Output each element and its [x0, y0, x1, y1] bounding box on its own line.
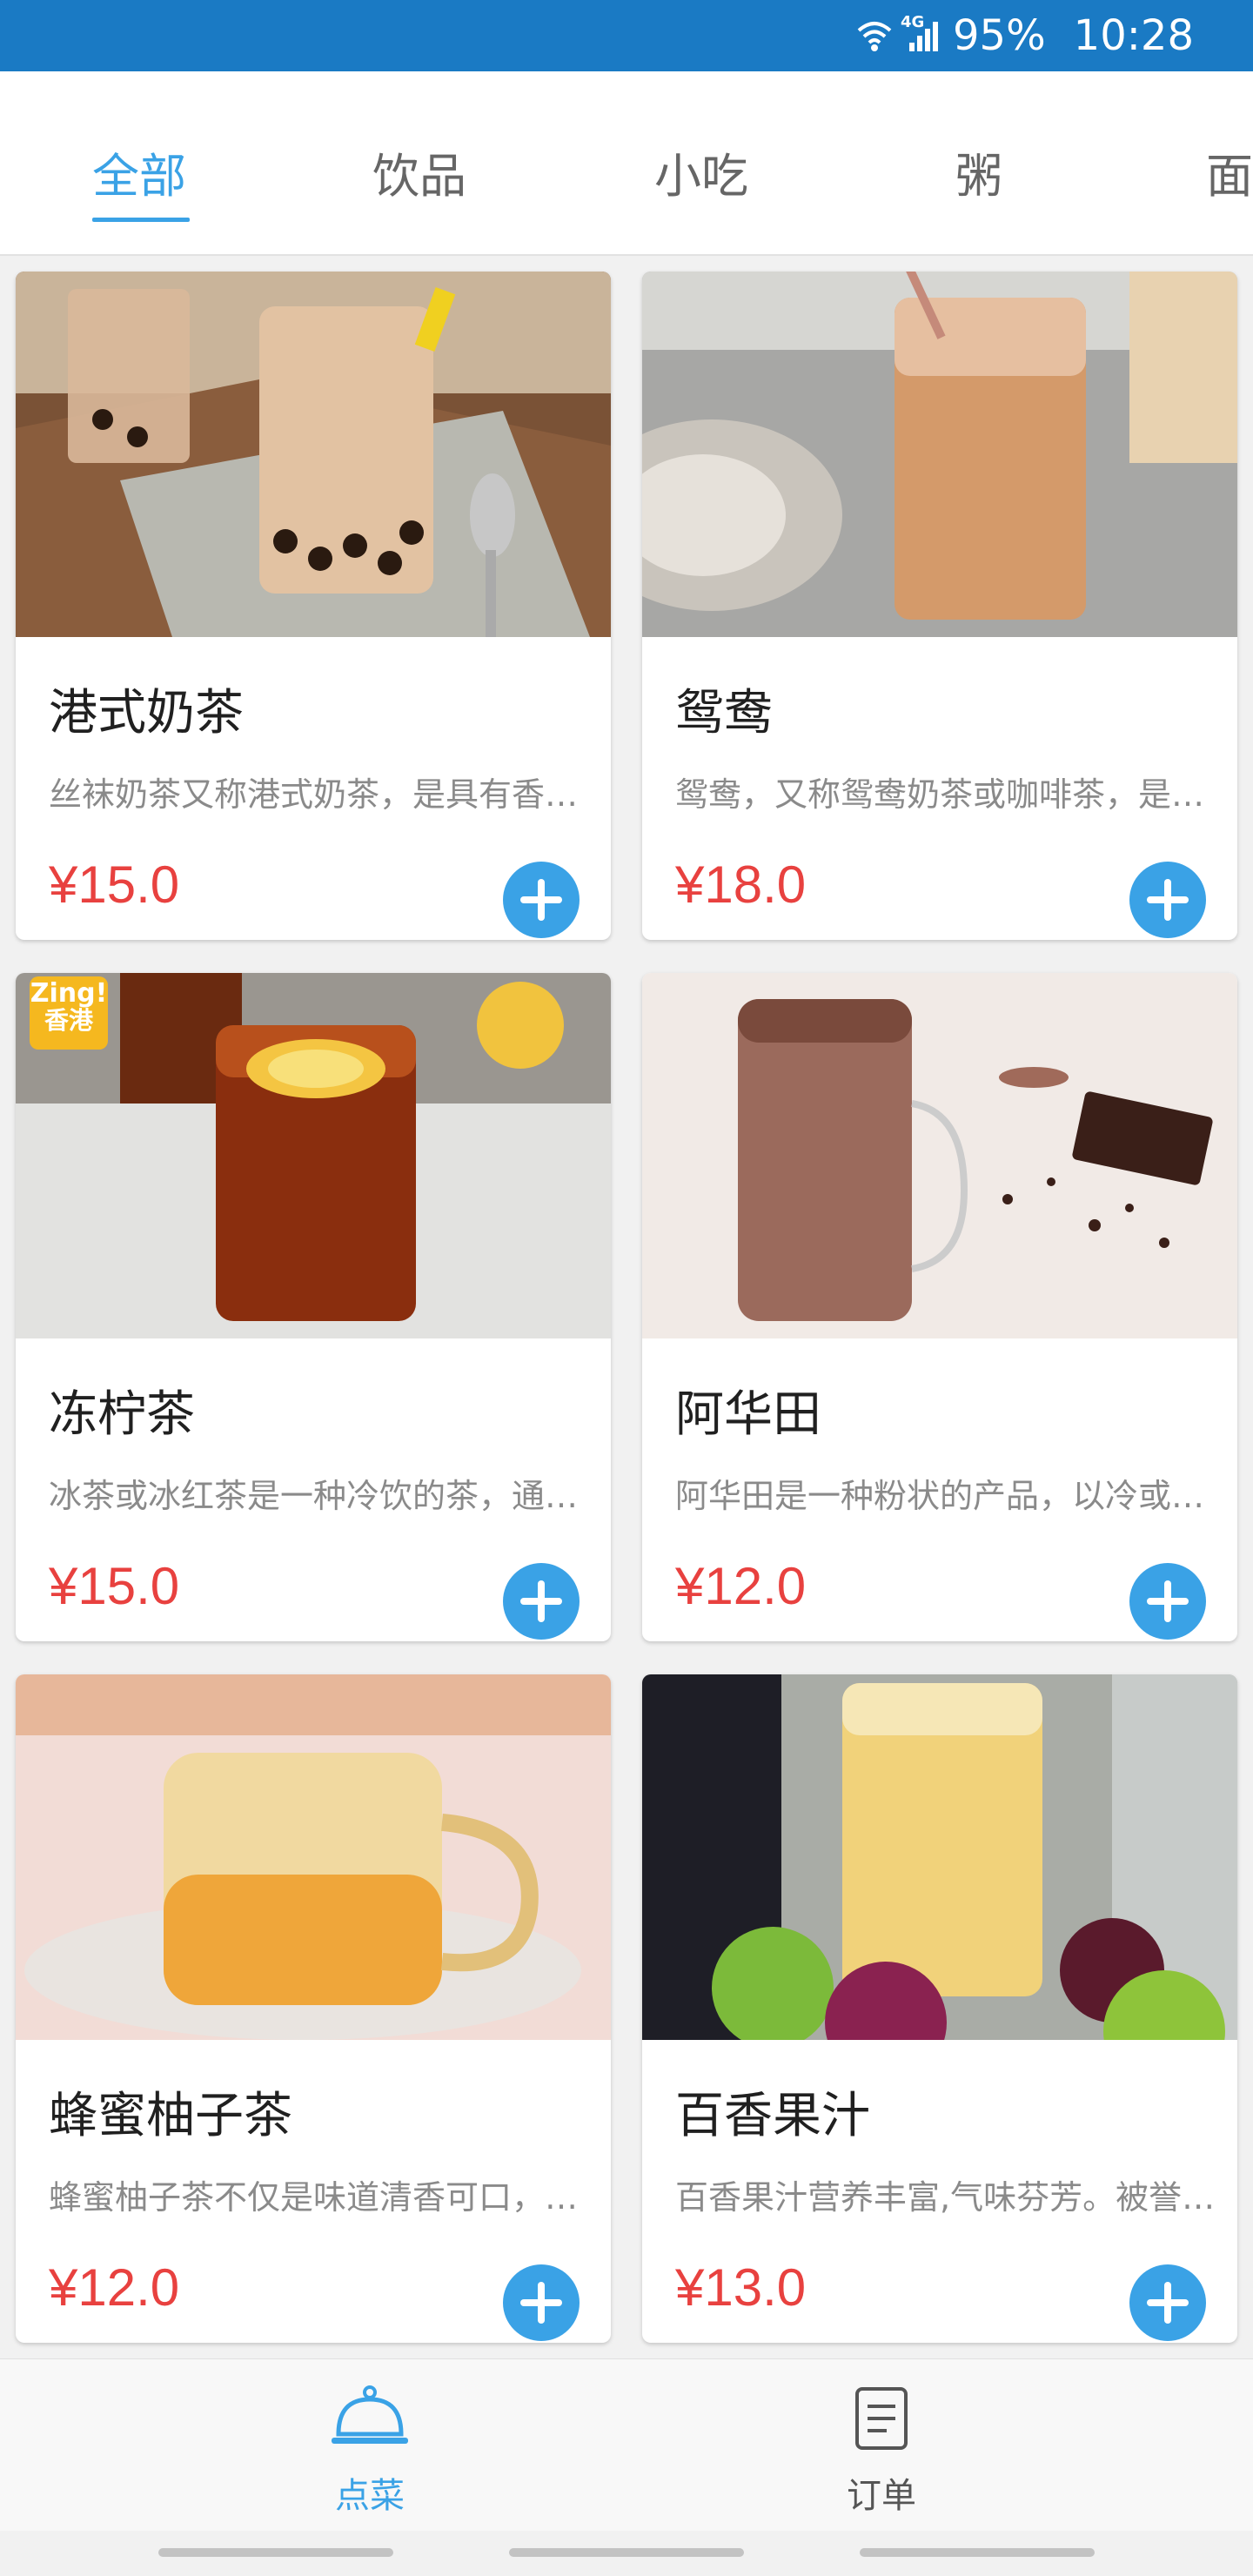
clock-time: 10:28 — [1073, 11, 1194, 60]
product-card[interactable]: 蜂蜜柚子茶 蜂蜜柚子茶不仅是味道清香可口，而且有美白 ¥12.0 — [16, 1674, 611, 2343]
category-tabs: 全部 饮品 小吃 粥 面 — [0, 71, 1253, 256]
product-image-yuanyang — [642, 272, 1237, 637]
badge-line-2: 香港 — [44, 1005, 93, 1035]
gesture-handle-left[interactable] — [158, 2548, 393, 2557]
nav-order-food[interactable]: 点菜 — [239, 2385, 500, 2518]
add-to-cart-button[interactable] — [503, 2264, 580, 2341]
product-card[interactable]: 阿华田 阿华田是一种粉状的产品，以冷或热牛奶冲调 ¥12.0 — [642, 973, 1237, 1641]
product-description: 鸳鸯，又称鸳鸯奶茶或咖啡茶，是香港特色饮品 — [675, 775, 1223, 814]
product-image-milk-tea — [16, 272, 611, 637]
system-gesture-bar — [0, 2531, 1253, 2576]
product-description: 丝袜奶茶又称港式奶茶，是具有香港特色的奶茶 — [49, 775, 597, 814]
product-description: 冰茶或冰红茶是一种冷饮的茶，通常加入柠檬 — [49, 1477, 597, 1515]
product-card[interactable]: Zing! 香港 冻柠茶 冰茶或冰红茶是一种冷饮的茶，通常加入柠檬 ¥15.0 — [16, 973, 611, 1641]
brand-badge: Zing! 香港 — [30, 976, 108, 1050]
service-bell-icon — [239, 2385, 500, 2460]
tab-snacks[interactable]: 小吃 — [654, 138, 748, 206]
badge-line-1: Zing! — [30, 978, 108, 1009]
bottom-navigation: 点菜 订单 — [0, 2358, 1253, 2532]
product-name: 鸳鸯 — [675, 685, 773, 741]
product-price: ¥15.0 — [49, 855, 180, 914]
tab-porridge[interactable]: 粥 — [955, 138, 1002, 206]
wifi-icon — [855, 18, 894, 53]
product-price: ¥13.0 — [675, 2258, 807, 2317]
add-to-cart-button[interactable] — [503, 862, 580, 938]
order-document-icon — [751, 2385, 1012, 2460]
tab-drinks[interactable]: 饮品 — [372, 138, 466, 206]
product-name: 港式奶茶 — [49, 685, 244, 741]
product-price: ¥15.0 — [49, 1557, 180, 1615]
product-name: 百香果汁 — [675, 2088, 870, 2144]
add-to-cart-button[interactable] — [503, 1563, 580, 1640]
nav-orders-label: 订单 — [847, 2476, 916, 2516]
signal-icon: 4G — [901, 13, 941, 53]
product-card[interactable]: 鸳鸯 鸳鸯，又称鸳鸯奶茶或咖啡茶，是香港特色饮品 ¥18.0 — [642, 272, 1237, 940]
product-image-passion-fruit-juice — [642, 1674, 1237, 2040]
product-card[interactable]: 百香果汁 百香果汁营养丰富,气味芬芳。被誉为果汁之王 ¥13.0 — [642, 1674, 1237, 2343]
product-name: 阿华田 — [675, 1386, 821, 1443]
product-image-iced-lemon-tea: Zing! 香港 — [16, 973, 611, 1338]
add-to-cart-button[interactable] — [1129, 862, 1206, 938]
product-image-honey-citron-tea — [16, 1674, 611, 2040]
battery-level: 95% — [952, 11, 1046, 60]
status-bar: 4G 95% 10:28 — [0, 0, 1253, 71]
product-price: ¥12.0 — [49, 2258, 180, 2317]
product-name: 蜂蜜柚子茶 — [49, 2088, 292, 2144]
product-price: ¥18.0 — [675, 855, 807, 914]
add-to-cart-button[interactable] — [1129, 2264, 1206, 2341]
nav-order-food-label: 点菜 — [335, 2476, 405, 2516]
tab-noodles[interactable]: 面 — [1206, 138, 1253, 206]
gesture-handle-right[interactable] — [860, 2548, 1095, 2557]
add-to-cart-button[interactable] — [1129, 1563, 1206, 1640]
network-type: 4G — [900, 13, 925, 31]
tab-indicator — [92, 218, 190, 222]
product-description: 百香果汁营养丰富,气味芬芳。被誉为果汁之王 — [675, 2178, 1223, 2217]
product-card[interactable]: 港式奶茶 丝袜奶茶又称港式奶茶，是具有香港特色的奶茶 ¥15.0 — [16, 272, 611, 940]
nav-orders[interactable]: 订单 — [751, 2385, 1012, 2518]
tab-all[interactable]: 全部 — [92, 138, 186, 206]
product-image-ovaltine — [642, 973, 1237, 1338]
gesture-handle-center[interactable] — [509, 2548, 744, 2557]
product-name: 冻柠茶 — [49, 1386, 195, 1443]
product-description: 蜂蜜柚子茶不仅是味道清香可口，而且有美白 — [49, 2178, 597, 2217]
product-price: ¥12.0 — [675, 1557, 807, 1615]
product-description: 阿华田是一种粉状的产品，以冷或热牛奶冲调 — [675, 1477, 1223, 1515]
